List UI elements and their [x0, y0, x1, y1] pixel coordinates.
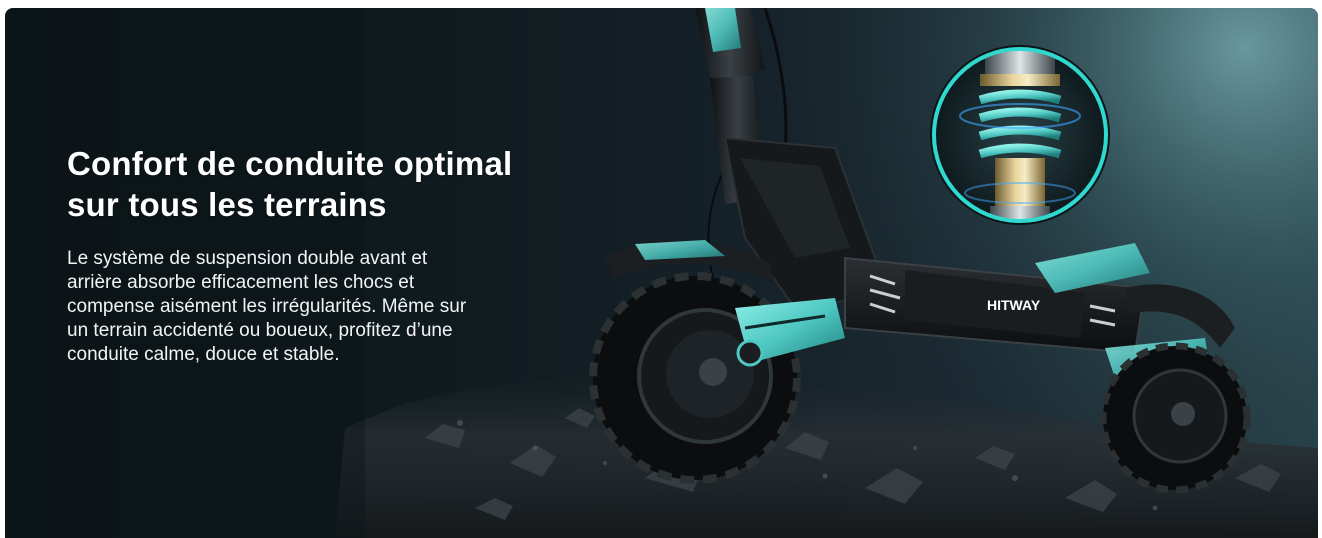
feature-headline: Confort de conduite optimal sur tous les…: [67, 143, 607, 225]
brand-logo: HITWAY: [987, 297, 1041, 313]
feature-text: Confort de conduite optimal sur tous les…: [67, 143, 607, 367]
description-line: Le système de suspension double avant et: [67, 248, 428, 269]
rear-wheel: [1099, 342, 1251, 494]
feature-description: Le système de suspension double avant et…: [67, 247, 607, 367]
headline-line: Confort de conduite optimal: [67, 145, 513, 182]
description-line: conduite calme, douce et stable.: [67, 344, 340, 365]
feature-banner: HITWAY Confort de conduite optimal sur t…: [5, 8, 1318, 538]
description-line: un terrain accidenté ou boueux, profitez…: [67, 320, 453, 341]
description-line: compense aisément les irrégularités. Mêm…: [67, 296, 467, 317]
description-line: arrière absorbe efficacement les chocs e…: [67, 272, 415, 293]
headline-line: sur tous les terrains: [67, 186, 387, 223]
